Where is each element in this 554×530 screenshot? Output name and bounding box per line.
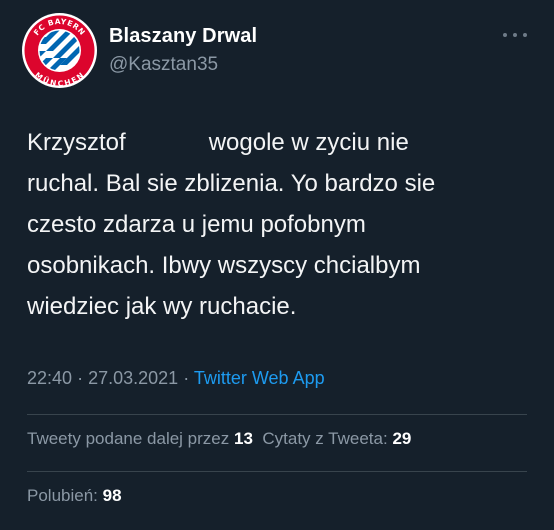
tweet-text-line: czesto zdarza u jemu pofobnym: [27, 211, 366, 238]
tweet-date[interactable]: 27.03.2021: [88, 368, 178, 388]
more-dot: [513, 33, 517, 37]
divider: [27, 414, 527, 415]
tweet-text-line: ruchal. Bal sie zblizenia. Yo bardzo sie: [27, 170, 436, 197]
author-display-name[interactable]: Blaszany Drwal: [109, 25, 257, 48]
more-dot: [503, 33, 507, 37]
tweet-text-line: osobnikach. Ibwy wszyscy chcialbym: [27, 252, 421, 279]
tweet-source-link[interactable]: Twitter Web App: [194, 368, 325, 388]
engagement-stats-row: Tweety podane dalej przez 13 Cytaty z Tw…: [27, 429, 411, 449]
retweets-label: Tweety podane dalej przez: [27, 429, 230, 448]
more-options-icon[interactable]: [502, 29, 528, 41]
quotes-count: 29: [392, 429, 412, 448]
avatar[interactable]: FC BAYERN MÜNCHEN: [22, 13, 97, 88]
tweet-text-line: wiedziec jak wy ruchacie.: [27, 293, 297, 320]
tweet-text-segment: Krzysztof: [27, 129, 126, 156]
meta-separator: ·: [183, 368, 190, 388]
tweet-text: Krzysztof wogole w zyciu nie ruchal. Bal …: [27, 122, 527, 327]
tweet-text-segment: wogole w zyciu nie: [208, 129, 409, 156]
retweets-count: 13: [233, 429, 253, 448]
likes-count: 98: [102, 486, 122, 505]
likes-row: Polubień: 98: [27, 486, 122, 506]
divider: [27, 471, 527, 472]
likes-label: Polubień:: [27, 486, 98, 505]
author-handle[interactable]: @Kasztan35: [109, 54, 218, 76]
tweet-metadata: 22:40 · 27.03.2021 · Twitter Web App: [27, 368, 325, 389]
tweet-time[interactable]: 22:40: [27, 368, 72, 388]
tweet-text-line: Krzysztof wogole w zyciu nie: [27, 122, 527, 163]
retweets-stat[interactable]: Tweety podane dalej przez 13: [27, 429, 253, 448]
tweet-card: FC BAYERN MÜNCHEN Blaszany Drwal @Kaszta…: [0, 0, 554, 530]
likes-stat[interactable]: Polubień: 98: [27, 486, 122, 505]
quotes-label: Cytaty z Tweeta:: [262, 429, 388, 448]
quotes-stat[interactable]: Cytaty z Tweeta: 29: [262, 429, 411, 448]
fc-bayern-munchen-logo-icon: FC BAYERN MÜNCHEN: [22, 13, 97, 88]
meta-separator: ·: [77, 368, 84, 388]
more-dot: [523, 33, 527, 37]
